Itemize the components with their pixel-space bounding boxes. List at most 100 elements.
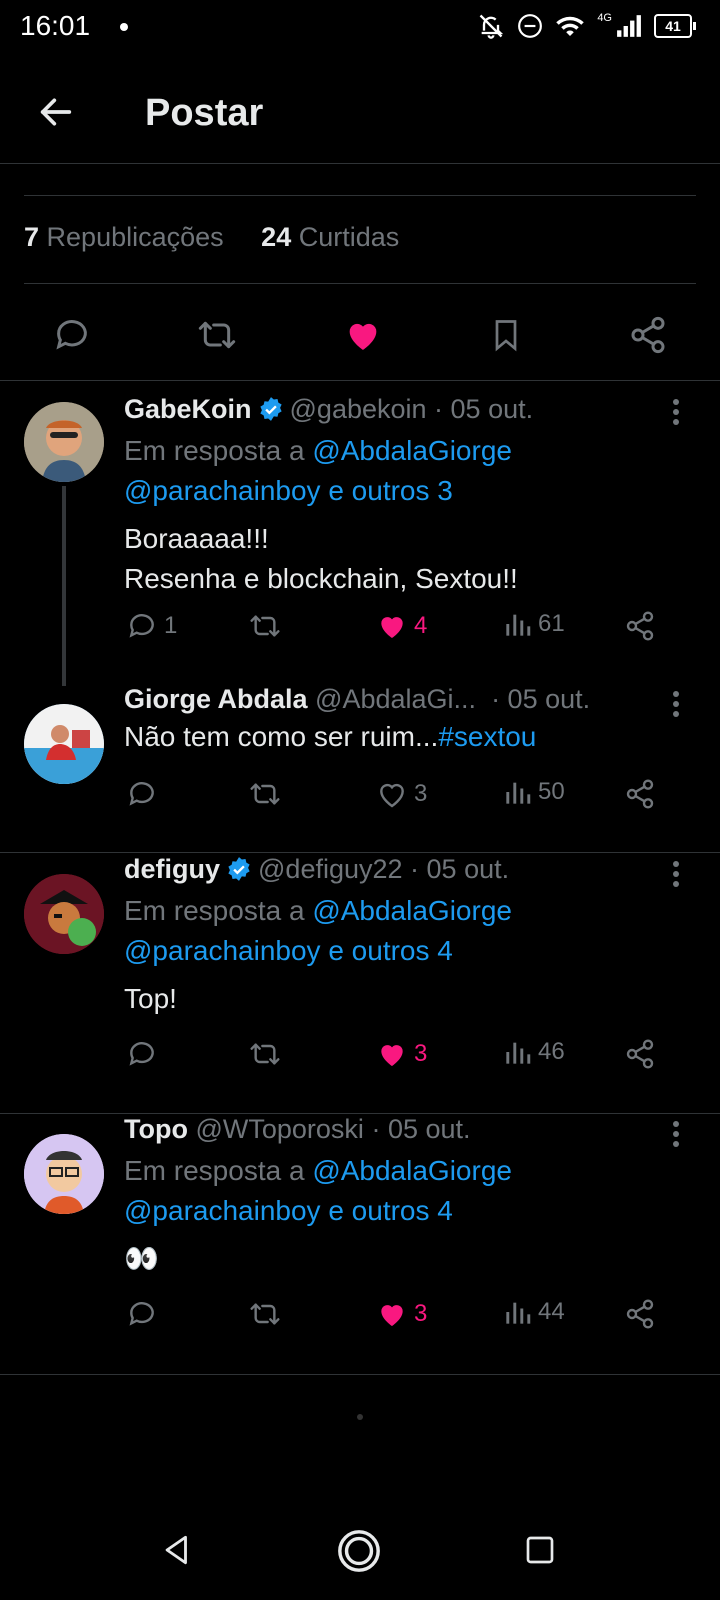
reply-icon — [129, 614, 154, 638]
views-action[interactable]: 61 — [504, 610, 565, 638]
divider — [24, 283, 696, 284]
reply-icon — [129, 782, 154, 806]
heart-filled-icon — [381, 1045, 403, 1066]
reply-tweet[interactable]: Topo @WToporoski · 05 out. Em resposta a… — [0, 1114, 720, 1370]
battery-indicator: 41 — [654, 14, 696, 38]
mention-link[interactable]: @AbdalaGiorge — [312, 1155, 512, 1186]
top-bar: Postar — [0, 70, 720, 165]
share-icon[interactable] — [628, 315, 668, 355]
reply-action[interactable] — [126, 778, 158, 810]
heart-filled-icon — [381, 617, 403, 638]
like-action[interactable]: 3 — [376, 778, 427, 810]
nav-back-icon[interactable] — [160, 1532, 194, 1568]
share-icon — [626, 1299, 654, 1329]
notification-dot — [120, 23, 128, 31]
repost-action[interactable] — [248, 1298, 282, 1330]
reposts-stat[interactable]: 7 Republicações — [24, 222, 224, 252]
views-action[interactable]: 46 — [504, 1038, 565, 1066]
nav-home-icon[interactable] — [336, 1528, 382, 1574]
views-icon — [506, 1042, 531, 1064]
reply-header: Topo @WToporoski · 05 out. — [124, 1114, 690, 1145]
bookmark-icon[interactable] — [488, 315, 524, 355]
repost-action[interactable] — [248, 778, 282, 810]
more-options-icon[interactable] — [672, 398, 680, 426]
avatar[interactable] — [24, 704, 104, 784]
author-handle[interactable]: @gabekoin — [290, 394, 427, 424]
author-handle[interactable]: @defiguy22 — [258, 854, 403, 884]
share-action[interactable] — [624, 1038, 656, 1070]
network-type: 4G — [597, 12, 612, 24]
tweet-text: Boraaaaa!!! Resenha e blockchain, Sextou!… — [124, 523, 518, 594]
author-name[interactable]: Topo — [124, 1114, 188, 1144]
page-title: Postar — [145, 92, 264, 134]
mention-link[interactable]: @parachainboy e outros 3 — [124, 475, 453, 506]
reply-action[interactable]: 1 — [126, 610, 177, 642]
more-options-icon[interactable] — [672, 1120, 680, 1148]
avatar[interactable] — [24, 874, 104, 954]
verified-badge-icon — [259, 397, 282, 421]
reply-header: Giorge Abdala @AbdalaGi... · 05 out. — [124, 684, 690, 715]
share-icon — [626, 611, 654, 641]
tweet-actions: 3 50 — [124, 778, 664, 818]
thread-line — [62, 486, 66, 686]
mention-link[interactable]: @parachainboy e outros 4 — [124, 935, 453, 966]
status-icons: 4G 41 — [477, 12, 696, 40]
author-name[interactable]: Giorge Abdala — [124, 684, 308, 714]
share-action[interactable] — [624, 610, 656, 642]
reply-action[interactable] — [126, 1038, 158, 1070]
more-options-icon[interactable] — [672, 690, 680, 718]
views-icon — [506, 1302, 531, 1324]
status-time: 16:01 — [20, 10, 91, 41]
repost-icon[interactable] — [196, 315, 238, 355]
reply-context: Em resposta a @AbdalaGiorge @parachainbo… — [124, 435, 512, 506]
reply-tweet[interactable]: defiguy @defiguy22 · 05 out. Em resposta … — [0, 854, 720, 1110]
hashtag-link[interactable]: #sextou — [438, 721, 536, 752]
reply-tweet[interactable]: GabeKoin @gabekoin · 05 out. Em resposta … — [0, 380, 720, 686]
author-handle[interactable]: @WToporoski — [195, 1114, 363, 1144]
reply-icon[interactable] — [52, 315, 92, 355]
wifi-icon — [556, 16, 585, 36]
like-action[interactable]: 4 — [376, 610, 427, 642]
divider — [24, 195, 696, 196]
repost-icon — [250, 615, 280, 637]
mention-link[interactable]: @parachainboy e outros 4 — [124, 1195, 453, 1226]
views-icon — [506, 782, 531, 804]
reply-icon — [129, 1042, 154, 1066]
loading-dot — [357, 1414, 363, 1420]
nav-recents-icon[interactable] — [524, 1534, 556, 1566]
more-options-icon[interactable] — [672, 860, 680, 888]
repost-action[interactable] — [248, 610, 282, 642]
bell-off-icon — [479, 14, 504, 39]
mention-link[interactable]: @AbdalaGiorge — [312, 435, 512, 466]
status-bar: 16:01 4G 41 — [0, 0, 720, 60]
mention-link[interactable]: @AbdalaGiorge — [312, 895, 512, 926]
back-arrow-icon[interactable] — [36, 92, 76, 132]
reply-action[interactable] — [126, 1298, 158, 1330]
post-date: · 05 out. — [371, 1114, 471, 1144]
like-action[interactable]: 3 — [376, 1298, 427, 1330]
reply-tweet[interactable]: Giorge Abdala @AbdalaGi... · 05 out. Não… — [0, 684, 720, 835]
tweet-text: Top! — [124, 983, 177, 1014]
tweet-text: Não tem como ser ruim...#sextou — [124, 721, 537, 752]
views-action[interactable]: 50 — [504, 778, 565, 806]
system-nav-bar — [0, 1500, 720, 1600]
reply-context: Em resposta a @AbdalaGiorge @parachainbo… — [124, 895, 512, 966]
heart-filled-icon — [381, 1305, 403, 1326]
repost-action[interactable] — [248, 1038, 282, 1070]
author-handle[interactable]: @AbdalaGi... — [315, 684, 476, 714]
author-name[interactable]: GabeKoin — [124, 394, 252, 424]
tweet-text: 👀 — [124, 1243, 159, 1274]
avatar[interactable] — [24, 1134, 104, 1214]
views-action[interactable]: 44 — [504, 1298, 565, 1326]
repost-icon — [250, 1303, 280, 1325]
reply-header: GabeKoin @gabekoin · 05 out. — [124, 394, 690, 425]
like-action[interactable]: 3 — [376, 1038, 427, 1070]
likes-stat[interactable]: 24 Curtidas — [261, 222, 399, 252]
avatar[interactable] — [24, 402, 104, 482]
author-name[interactable]: defiguy — [124, 854, 220, 884]
share-action[interactable] — [624, 1298, 656, 1330]
repost-icon — [250, 783, 280, 805]
heart-filled-icon[interactable] — [342, 315, 384, 355]
views-icon — [506, 614, 531, 636]
share-action[interactable] — [624, 778, 656, 810]
